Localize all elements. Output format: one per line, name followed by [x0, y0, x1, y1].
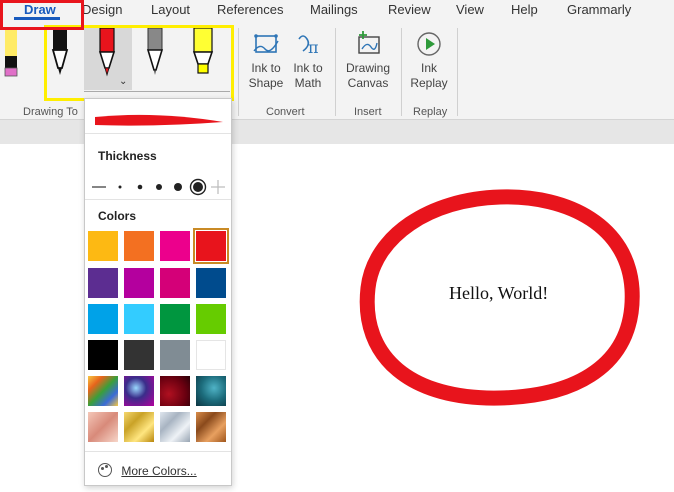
- group-separator: [401, 28, 402, 116]
- color-swatch[interactable]: [196, 412, 226, 442]
- ribbon-tab-bar: Draw Design Layout References Mailings R…: [0, 0, 674, 22]
- color-swatch[interactable]: [160, 304, 190, 334]
- group-separator: [238, 28, 239, 116]
- color-swatch[interactable]: [88, 340, 118, 370]
- palette-icon: [98, 463, 112, 477]
- tab-layout[interactable]: Layout: [151, 2, 190, 17]
- thickness-options[interactable]: [90, 177, 228, 197]
- color-swatch[interactable]: [124, 231, 154, 261]
- ink-replay-label-2: Replay: [410, 76, 448, 90]
- color-swatch[interactable]: [160, 340, 190, 370]
- tab-references[interactable]: References: [217, 2, 283, 17]
- color-swatch[interactable]: [196, 304, 226, 334]
- replay-group-label: Replay: [413, 106, 448, 118]
- drawing-canvas-icon: [358, 31, 380, 54]
- word-window: Draw Design Layout References Mailings R…: [0, 0, 674, 492]
- convert-group-label: Convert: [266, 106, 305, 118]
- color-swatch[interactable]: [124, 376, 154, 406]
- ink-to-shape-button[interactable]: Ink to Shape: [247, 29, 285, 91]
- color-swatch[interactable]: [124, 268, 154, 298]
- tab-view[interactable]: View: [456, 2, 484, 17]
- document-text[interactable]: Hello, World!: [449, 283, 548, 304]
- menu-divider: [85, 133, 231, 134]
- drawing-canvas-button[interactable]: Drawing Canvas: [342, 29, 394, 91]
- color-swatch[interactable]: [88, 304, 118, 334]
- ink-replay-label-1: Ink: [420, 61, 437, 75]
- group-separator: [457, 28, 458, 116]
- color-swatch[interactable]: [124, 412, 154, 442]
- color-swatch[interactable]: [196, 376, 226, 406]
- ink-to-shape-icon: [253, 34, 279, 53]
- red-highlight-box: [0, 0, 84, 30]
- color-swatch[interactable]: [88, 376, 118, 406]
- menu-divider: [85, 199, 231, 200]
- colors-heading: Colors: [98, 209, 137, 223]
- color-swatch[interactable]: [160, 268, 190, 298]
- ink-to-shape-label-2: Shape: [248, 76, 284, 90]
- pen-pink-icon[interactable]: [0, 28, 26, 82]
- ink-replay-icon: [417, 32, 441, 56]
- color-swatch[interactable]: [88, 231, 118, 261]
- ink-replay-button[interactable]: Ink Replay: [407, 29, 451, 91]
- ink-to-math-button[interactable]: π Ink to Math: [289, 29, 327, 91]
- color-swatch[interactable]: [124, 304, 154, 334]
- ink-to-math-label-2: Math: [294, 76, 322, 90]
- color-swatch[interactable]: [160, 412, 190, 442]
- insert-group-label: Insert: [354, 106, 382, 118]
- ink-to-math-icon: π: [298, 35, 319, 57]
- more-colors-label: More Colors...: [121, 464, 197, 478]
- more-colors-button[interactable]: More Colors...: [98, 463, 197, 478]
- drawing-canvas-label-1: Drawing: [345, 61, 390, 75]
- tab-review[interactable]: Review: [388, 2, 431, 17]
- tab-grammarly[interactable]: Grammarly: [567, 2, 631, 17]
- svg-text:π: π: [308, 38, 319, 57]
- color-swatch[interactable]: [88, 412, 118, 442]
- color-swatch[interactable]: [124, 340, 154, 370]
- tab-help[interactable]: Help: [511, 2, 538, 17]
- pen-color-preview: [95, 114, 223, 126]
- color-swatch[interactable]: [160, 376, 190, 406]
- yellow-highlight-box: [44, 25, 234, 101]
- active-tab-underline: [14, 17, 60, 20]
- thickness-heading: Thickness: [98, 149, 157, 163]
- pen-options-menu: Thickness Colors More Colors...: [84, 98, 232, 486]
- ink-to-shape-label-1: Ink to: [251, 61, 281, 75]
- color-swatch[interactable]: [196, 340, 226, 370]
- tab-mailings[interactable]: Mailings: [310, 2, 358, 17]
- drawing-tools-group-label: Drawing To: [23, 106, 78, 118]
- ink-to-math-label-1: Ink to: [293, 61, 323, 75]
- tab-design[interactable]: Design: [82, 2, 122, 17]
- color-swatch[interactable]: [196, 268, 226, 298]
- color-swatch[interactable]: [88, 268, 118, 298]
- color-swatch[interactable]: [193, 228, 229, 264]
- color-swatch[interactable]: [160, 231, 190, 261]
- group-separator: [335, 28, 336, 116]
- menu-divider: [85, 451, 231, 452]
- drawing-canvas-label-2: Canvas: [347, 76, 389, 90]
